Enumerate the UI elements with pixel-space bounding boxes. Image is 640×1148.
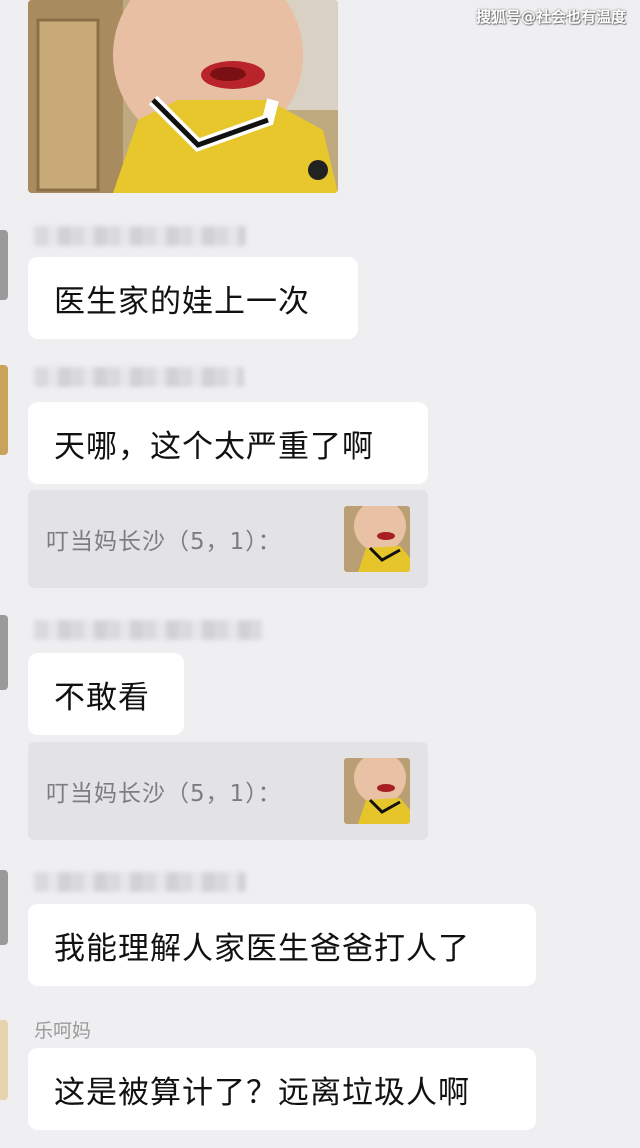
message-bubble[interactable]: 不敢看 [28,653,184,735]
quoted-image-thumbnail[interactable] [344,758,410,824]
child-photo-image [28,0,338,193]
message-bubble[interactable]: 天哪，这个太严重了啊 [28,402,428,484]
sender-name-blurred [34,872,246,892]
quoted-image-thumbnail[interactable] [344,506,410,572]
watermark: 搜狐号@社会也有温度 [475,8,626,26]
sender-name-blurred [34,620,262,640]
avatar[interactable] [0,1020,8,1100]
avatar[interactable] [0,365,8,455]
sender-name-blurred [34,226,246,246]
shared-photo[interactable] [28,0,338,193]
quoted-reply[interactable]: 叮当妈长沙（5，1）： [28,490,428,588]
message-bubble[interactable]: 医生家的娃上一次 [28,257,358,339]
quoted-sender: 叮当妈长沙（5，1）： [46,529,282,555]
sender-name: 乐呵妈 [34,1020,92,1042]
message-bubble[interactable]: 我能理解人家医生爸爸打人了 [28,904,536,986]
quoted-reply[interactable]: 叮当妈长沙（5，1）： [28,742,428,840]
avatar[interactable] [0,230,8,300]
avatar[interactable] [0,615,8,690]
message-bubble[interactable]: 这是被算计了？远离垃圾人啊 [28,1048,536,1130]
child-photo-thumb [344,758,410,824]
sender-name-blurred [34,367,244,387]
child-photo-thumb [344,506,410,572]
avatar[interactable] [0,870,8,945]
quoted-sender: 叮当妈长沙（5，1）： [46,781,282,807]
